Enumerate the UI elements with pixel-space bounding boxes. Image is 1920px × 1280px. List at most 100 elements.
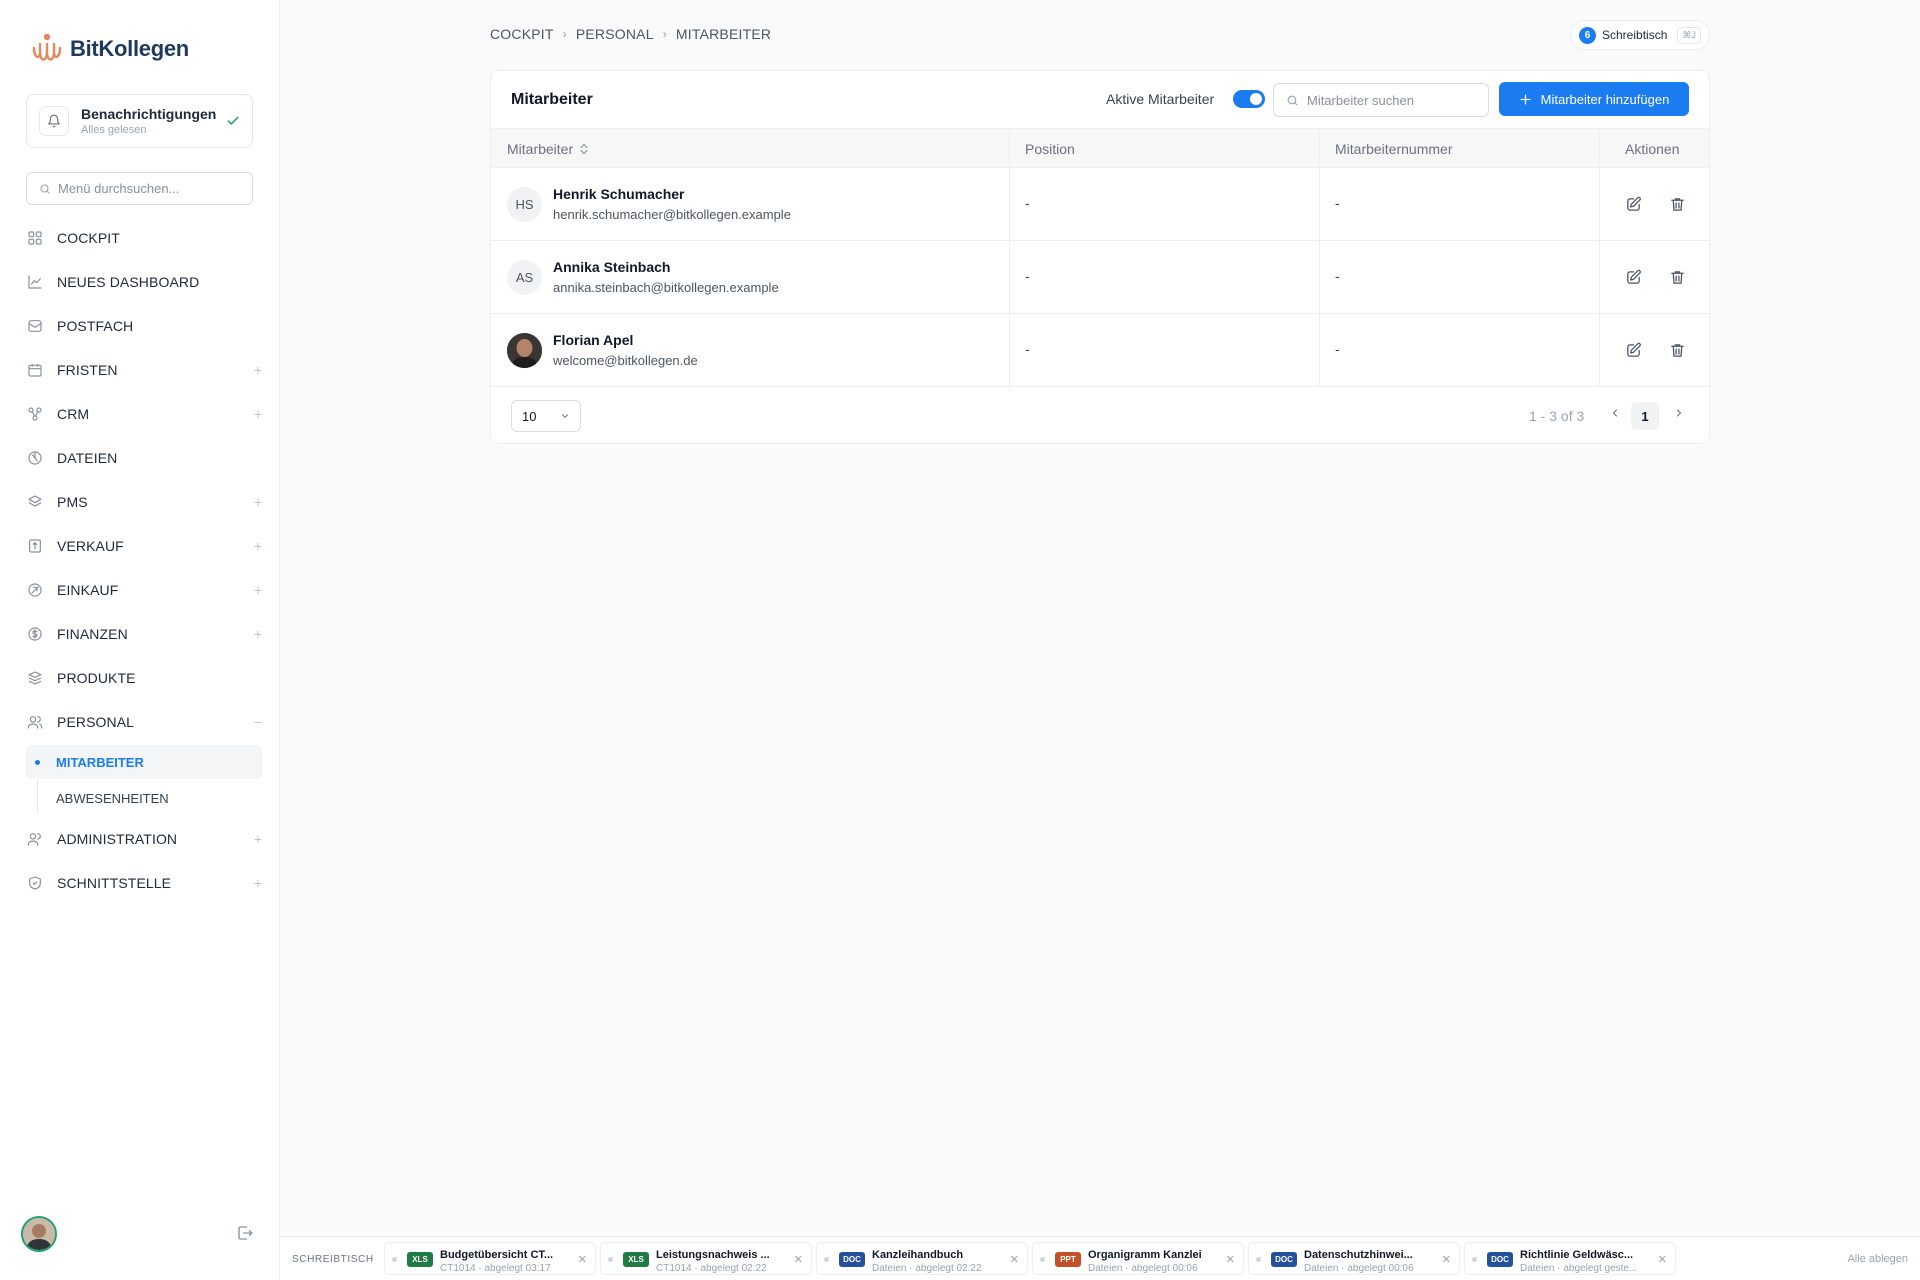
- nav-item-dashboard[interactable]: NEUES DASHBOARD: [26, 262, 262, 302]
- pagination-range: 1 - 3 of 3: [1529, 408, 1585, 424]
- network-icon: [26, 405, 44, 423]
- nav-item-dateien[interactable]: DATEIEN: [26, 438, 262, 478]
- breadcrumb-item[interactable]: PERSONAL: [576, 26, 654, 42]
- add-employee-button[interactable]: Mitarbeiter hinzufügen: [1499, 82, 1689, 116]
- nav-label: FRISTEN: [57, 362, 118, 378]
- expand-icon[interactable]: +: [254, 538, 262, 554]
- dock-item[interactable]: DOC Kanzleihandbuch Dateien · abgelegt 0…: [816, 1242, 1028, 1275]
- file-type-badge: DOC: [839, 1252, 865, 1267]
- stack-icon: [26, 669, 44, 687]
- nav-label: EINKAUF: [57, 582, 119, 598]
- nav-item-crm[interactable]: CRM +: [26, 394, 262, 434]
- add-employee-label: Mitarbeiter hinzufügen: [1540, 91, 1670, 107]
- sidebar: BitKollegen Benachrichtigungen Alles gel…: [0, 0, 280, 1280]
- nav-item-pms[interactable]: PMS +: [26, 482, 262, 522]
- avatar: AS: [507, 260, 542, 295]
- dock-item[interactable]: XLS Budgetübersicht CT... CT1014 · abgel…: [384, 1242, 596, 1275]
- close-icon[interactable]: ✕: [794, 1253, 803, 1266]
- sub-item-mitarbeiter[interactable]: MITARBEITER: [26, 745, 262, 779]
- trash-icon[interactable]: [1667, 340, 1687, 360]
- dock-item[interactable]: DOC Richtlinie Geldwäsc... Dateien · abg…: [1464, 1242, 1676, 1275]
- breadcrumb-item[interactable]: COCKPIT: [490, 26, 554, 42]
- nav-item-administration[interactable]: ADMINISTRATION +: [26, 819, 262, 859]
- table-row[interactable]: Florian Apel welcome@bitkollegen.de - -: [491, 314, 1709, 387]
- page-size-select[interactable]: 10: [511, 400, 581, 432]
- dock-item[interactable]: XLS Leistungsnachweis ... CT1014 · abgel…: [600, 1242, 812, 1275]
- layers-icon: [26, 493, 44, 511]
- column-header-employee[interactable]: Mitarbeiter: [507, 141, 589, 157]
- expand-icon[interactable]: +: [254, 362, 262, 378]
- edit-icon[interactable]: [1623, 340, 1643, 360]
- chevron-right-icon[interactable]: [1673, 407, 1685, 419]
- active-toggle-label: Aktive Mitarbeiter: [1106, 91, 1215, 107]
- trash-icon[interactable]: [1667, 267, 1687, 287]
- employee-search[interactable]: [1273, 83, 1489, 117]
- nav-item-verkauf[interactable]: VERKAUF +: [26, 526, 262, 566]
- clear-all-button[interactable]: Alle ablegen: [1847, 1253, 1908, 1265]
- dollar-icon: [26, 625, 44, 643]
- page-size-value: 10: [522, 408, 537, 424]
- active-employees-toggle[interactable]: [1233, 90, 1265, 108]
- menu-search[interactable]: [26, 172, 253, 205]
- dock-item[interactable]: DOC Datenschutzhinwei... Dateien · abgel…: [1248, 1242, 1460, 1275]
- menu-search-input[interactable]: [58, 181, 238, 196]
- nav-label: POSTFACH: [57, 318, 134, 334]
- sub-item-abwesenheiten[interactable]: ABWESENHEITEN: [26, 781, 262, 815]
- expand-icon[interactable]: +: [254, 831, 262, 847]
- brand-name: BitKollegen: [70, 36, 189, 61]
- nav-item-finanzen[interactable]: FINANZEN +: [26, 614, 262, 654]
- search-icon: [39, 183, 51, 195]
- collapse-icon[interactable]: −: [254, 714, 262, 730]
- status-dot: [1256, 1257, 1261, 1262]
- employee-position: -: [1025, 268, 1030, 284]
- expand-icon[interactable]: +: [254, 626, 262, 642]
- close-icon[interactable]: ✕: [1442, 1253, 1451, 1266]
- chevron-right-icon: ›: [662, 27, 667, 41]
- trash-icon[interactable]: [1667, 194, 1687, 214]
- chevron-left-icon[interactable]: [1609, 407, 1621, 419]
- expand-icon[interactable]: +: [254, 582, 262, 598]
- avatar: [507, 333, 542, 368]
- shield-icon: [26, 874, 44, 892]
- nav-item-produkte[interactable]: PRODUKTE: [26, 658, 262, 698]
- user-avatar[interactable]: [21, 1216, 57, 1252]
- employee-search-input[interactable]: [1307, 92, 1477, 108]
- table-row[interactable]: AS Annika Steinbach annika.steinbach@bit…: [491, 241, 1709, 314]
- nav-item-cockpit[interactable]: COCKPIT: [26, 218, 262, 258]
- status-dot: [824, 1257, 829, 1262]
- logout-icon[interactable]: [236, 1224, 254, 1242]
- column-header-number: Mitarbeiternummer: [1335, 141, 1452, 157]
- nav-item-personal[interactable]: PERSONAL −: [26, 702, 262, 742]
- nav-item-fristen[interactable]: FRISTEN +: [26, 350, 262, 390]
- column-label: Mitarbeiter: [507, 141, 574, 157]
- calendar-icon: [26, 361, 44, 379]
- desk-label: Schreibtisch: [1602, 28, 1668, 42]
- dock-item-meta: Dateien · abgelegt geste...: [1520, 1263, 1638, 1274]
- close-icon[interactable]: ✕: [578, 1253, 587, 1266]
- desk-count-badge: 6: [1579, 26, 1596, 44]
- close-icon[interactable]: ✕: [1226, 1253, 1235, 1266]
- employee-name: Florian Apel: [553, 332, 634, 348]
- desk-button[interactable]: 6 Schreibtisch ⌘J: [1570, 20, 1710, 50]
- breadcrumb: COCKPIT › PERSONAL › MITARBEITER: [490, 26, 771, 42]
- nav-item-einkauf[interactable]: EINKAUF +: [26, 570, 262, 610]
- status-dot: [608, 1257, 613, 1262]
- close-icon[interactable]: ✕: [1658, 1253, 1667, 1266]
- nav-item-schnittstelle[interactable]: SCHNITTSTELLE +: [26, 863, 262, 903]
- nav-label: NEUES DASHBOARD: [57, 274, 200, 290]
- table-row[interactable]: HS Henrik Schumacher henrik.schumacher@b…: [491, 168, 1709, 241]
- expand-icon[interactable]: +: [254, 494, 262, 510]
- notifications-title: Benachrichtigungen: [81, 106, 217, 122]
- expand-icon[interactable]: +: [254, 875, 262, 891]
- nav-label: COCKPIT: [57, 230, 120, 246]
- expand-icon[interactable]: +: [254, 406, 262, 422]
- edit-icon[interactable]: [1623, 194, 1643, 214]
- close-icon[interactable]: ✕: [1010, 1253, 1019, 1266]
- nav-item-postfach[interactable]: POSTFACH: [26, 306, 262, 346]
- brand-logo[interactable]: BitKollegen: [30, 32, 189, 66]
- dock-item[interactable]: PPT Organigramm Kanzlei Dateien · abgele…: [1032, 1242, 1244, 1275]
- notifications-panel[interactable]: Benachrichtigungen Alles gelesen: [26, 94, 253, 148]
- dock-item-meta: Dateien · abgelegt 00:06: [1088, 1263, 1198, 1274]
- edit-icon[interactable]: [1623, 267, 1643, 287]
- pagination-page-current[interactable]: 1: [1631, 402, 1659, 430]
